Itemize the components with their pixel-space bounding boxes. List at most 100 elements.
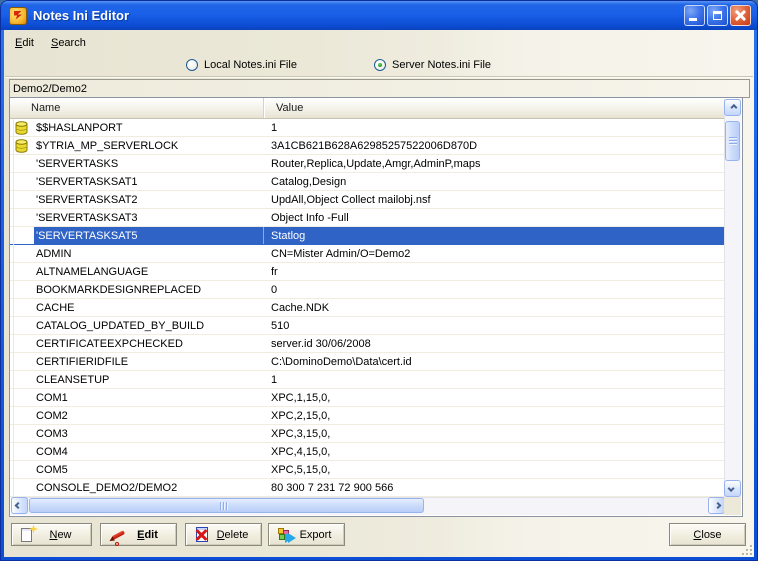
chevron-down-icon bbox=[728, 485, 735, 492]
setting-value: Statlog bbox=[264, 227, 724, 244]
setting-name: CERTIFICATEEXPCHECKED bbox=[34, 335, 264, 352]
table-row[interactable]: CATALOG_UPDATED_BY_BUILD 510 bbox=[10, 317, 724, 335]
setting-value: Router,Replica,Update,Amgr,AdminP,maps bbox=[264, 155, 724, 172]
setting-value: Cache.NDK bbox=[264, 299, 724, 316]
setting-name: CATALOG_UPDATED_BY_BUILD bbox=[34, 317, 264, 334]
column-header-value[interactable]: Value bbox=[264, 98, 724, 118]
database-icon bbox=[14, 139, 29, 153]
scroll-up-button[interactable] bbox=[724, 99, 741, 116]
table-row[interactable]: $YTRIA_MP_SERVERLOCK 3A1CB621B628A629852… bbox=[10, 137, 724, 155]
table-row[interactable]: COM1 XPC,1,15,0, bbox=[10, 389, 724, 407]
close-icon bbox=[735, 10, 746, 21]
radio-icon bbox=[374, 59, 386, 71]
list-rows: $$HASLANPORT 1 $YTRIA_MP_SERVERLOCK 3A1C… bbox=[10, 119, 724, 497]
maximize-button[interactable] bbox=[707, 5, 728, 26]
table-row[interactable]: 'SERVERTASKSAT5 Statlog bbox=[10, 227, 724, 245]
setting-name: BOOKMARKDESIGNREPLACED bbox=[34, 281, 264, 298]
new-button[interactable]: New bbox=[11, 523, 92, 546]
setting-name: CACHE bbox=[34, 299, 264, 316]
setting-name: 'SERVERTASKS bbox=[34, 155, 264, 172]
table-row[interactable]: $$HASLANPORT 1 bbox=[10, 119, 724, 137]
setting-name: CERTIFIERIDFILE bbox=[34, 353, 264, 370]
table-row[interactable]: CLEANSETUP 1 bbox=[10, 371, 724, 389]
delete-page-icon bbox=[194, 527, 212, 543]
radio-label: Local Notes.ini File bbox=[204, 59, 297, 71]
radio-local-notes-ini[interactable]: Local Notes.ini File bbox=[186, 57, 297, 73]
chevron-right-icon bbox=[714, 502, 721, 509]
radio-server-notes-ini[interactable]: Server Notes.ini File bbox=[374, 57, 491, 73]
setting-name: $YTRIA_MP_SERVERLOCK bbox=[34, 137, 264, 154]
table-row[interactable]: CERTIFICATEEXPCHECKED server.id 30/06/20… bbox=[10, 335, 724, 353]
setting-value: XPC,4,15,0, bbox=[264, 443, 724, 460]
list-header: Name Value bbox=[10, 98, 724, 119]
setting-value: 3A1CB621B628A62985257522006D870D bbox=[264, 137, 724, 154]
setting-name: 'SERVERTASKSAT2 bbox=[34, 191, 264, 208]
server-path-field[interactable]: Demo2/Demo2 bbox=[9, 79, 750, 98]
table-row[interactable]: COM2 XPC,2,15,0, bbox=[10, 407, 724, 425]
table-row[interactable]: 'SERVERTASKS Router,Replica,Update,Amgr,… bbox=[10, 155, 724, 173]
resize-grip[interactable] bbox=[740, 543, 752, 555]
export-button[interactable]: Export bbox=[268, 523, 345, 546]
menu-bar: Edit Search bbox=[5, 33, 753, 53]
scroll-left-button[interactable] bbox=[11, 497, 28, 514]
radio-label: Server Notes.ini File bbox=[392, 59, 491, 71]
minimize-icon bbox=[689, 18, 697, 21]
setting-value: XPC,1,15,0, bbox=[264, 389, 724, 406]
maximize-icon bbox=[713, 11, 722, 20]
setting-value: C:\DominoDemo\Data\cert.id bbox=[264, 353, 724, 370]
setting-name: 'SERVERTASKSAT3 bbox=[34, 209, 264, 226]
setting-value: XPC,3,15,0, bbox=[264, 425, 724, 442]
setting-name: ADMIN bbox=[34, 245, 264, 262]
table-row[interactable]: COM3 XPC,3,15,0, bbox=[10, 425, 724, 443]
horizontal-scrollbar[interactable] bbox=[11, 497, 725, 515]
table-row[interactable]: ALTNAMELANGUAGE fr bbox=[10, 263, 724, 281]
export-arrow-icon bbox=[277, 527, 295, 543]
close-window-button[interactable] bbox=[730, 5, 751, 26]
radio-icon bbox=[186, 59, 198, 71]
setting-value: Catalog,Design bbox=[264, 173, 724, 190]
setting-name: COM5 bbox=[34, 461, 264, 478]
titlebar[interactable]: Notes Ini Editor bbox=[1, 1, 757, 30]
setting-value: 80 300 7 231 72 900 566 bbox=[264, 479, 724, 496]
edit-button[interactable]: Edit bbox=[100, 523, 177, 546]
setting-value: server.id 30/06/2008 bbox=[264, 335, 724, 352]
table-row[interactable]: COM5 XPC,5,15,0, bbox=[10, 461, 724, 479]
setting-value: 0 bbox=[264, 281, 724, 298]
setting-value: UpdAll,Object Collect mailobj.nsf bbox=[264, 191, 724, 208]
table-row[interactable]: CACHE Cache.NDK bbox=[10, 299, 724, 317]
horizontal-scroll-thumb[interactable] bbox=[29, 498, 424, 513]
menu-edit[interactable]: Edit bbox=[8, 35, 41, 51]
table-row[interactable]: COM4 XPC,4,15,0, bbox=[10, 443, 724, 461]
setting-name: $$HASLANPORT bbox=[34, 119, 264, 136]
chevron-up-icon bbox=[730, 104, 737, 111]
table-row[interactable]: 'SERVERTASKSAT2 UpdAll,Object Collect ma… bbox=[10, 191, 724, 209]
table-row[interactable]: ADMIN CN=Mister Admin/O=Demo2 bbox=[10, 245, 724, 263]
setting-name: ALTNAMELANGUAGE bbox=[34, 263, 264, 280]
vertical-scroll-thumb[interactable] bbox=[725, 121, 740, 161]
setting-value: Object Info -Full bbox=[264, 209, 724, 226]
ini-settings-list: Name Value $$HASLANPORT 1 $YTRIA_MP_SERV… bbox=[9, 97, 743, 517]
table-row[interactable]: 'SERVERTASKSAT1 Catalog,Design bbox=[10, 173, 724, 191]
separator-line bbox=[5, 76, 753, 78]
minimize-button[interactable] bbox=[684, 5, 705, 26]
scroll-down-button[interactable] bbox=[724, 480, 741, 497]
table-row[interactable]: CONSOLE_DEMO2/DEMO2 80 300 7 231 72 900 … bbox=[10, 479, 724, 497]
database-icon bbox=[14, 121, 29, 135]
table-row[interactable]: BOOKMARKDESIGNREPLACED 0 bbox=[10, 281, 724, 299]
notes-ini-editor-window: Notes Ini Editor Edit Search Local Notes… bbox=[0, 0, 758, 561]
setting-name: CLEANSETUP bbox=[34, 371, 264, 388]
setting-value: XPC,5,15,0, bbox=[264, 461, 724, 478]
close-button[interactable]: Close bbox=[669, 523, 746, 546]
chevron-left-icon bbox=[15, 502, 22, 509]
delete-button[interactable]: Delete bbox=[185, 523, 262, 546]
server-path-value: Demo2/Demo2 bbox=[13, 83, 87, 95]
menu-search[interactable]: Search bbox=[44, 35, 93, 51]
scroll-right-button[interactable] bbox=[708, 497, 725, 514]
gutter-line bbox=[13, 119, 14, 497]
column-header-name[interactable]: Name bbox=[10, 98, 264, 118]
window-title: Notes Ini Editor bbox=[33, 8, 684, 23]
table-row[interactable]: 'SERVERTASKSAT3 Object Info -Full bbox=[10, 209, 724, 227]
vertical-scrollbar[interactable] bbox=[724, 99, 741, 497]
setting-value: 510 bbox=[264, 317, 724, 334]
table-row[interactable]: CERTIFIERIDFILE C:\DominoDemo\Data\cert.… bbox=[10, 353, 724, 371]
